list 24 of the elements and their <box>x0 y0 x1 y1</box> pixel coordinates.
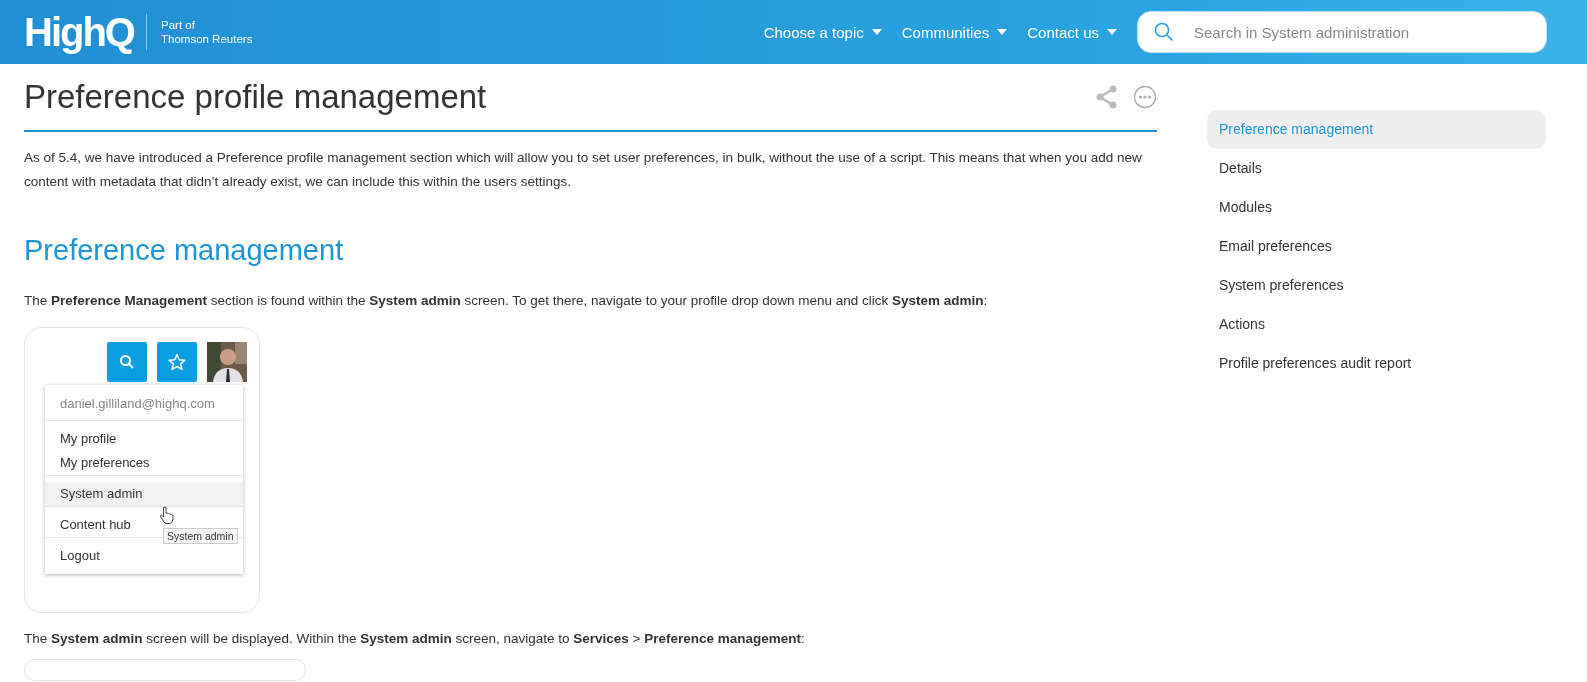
toc-link[interactable]: Details <box>1207 149 1546 188</box>
caret-icon <box>997 29 1008 35</box>
section-heading: Preference management <box>24 234 345 267</box>
toc-link[interactable]: System preferences <box>1207 266 1546 305</box>
search-icon <box>1154 22 1174 42</box>
toc-link[interactable]: Modules <box>1207 188 1546 227</box>
toc-link[interactable]: Email preferences <box>1207 227 1546 266</box>
page-title: Preference profile management <box>24 78 488 116</box>
search-field[interactable]: Search in System administration <box>1137 11 1547 53</box>
share-icon[interactable] <box>1095 85 1119 109</box>
hand-cursor-icon <box>160 506 174 524</box>
more-icon[interactable] <box>1133 85 1157 109</box>
paragraph: The Preference Management section is found within the System admin screen. To get there, navigate to your profile drop down menu and click System admin: <box>24 292 989 310</box>
caret-icon <box>1107 29 1117 35</box>
caret-icon <box>871 29 882 35</box>
intro-paragraph: As of 5.4, we have introduced a Preference profile management section which will allow you to set user preferences, in bulk, without the use of a script. This means that when you add new content with metadata that didn’t already exist, we can include this within the users settings. <box>24 149 1143 191</box>
toc-link[interactable]: Profile preferences audit report <box>1207 344 1546 383</box>
paragraph: The System admin screen will be displayed. Within the System admin screen, navigate to Services > Preference management: <box>24 630 806 648</box>
toc-link[interactable]: Actions <box>1207 305 1546 344</box>
search-icon <box>119 354 135 370</box>
star-icon <box>168 353 186 371</box>
tooltip: System admin <box>163 528 238 544</box>
user-email: daniel.gilliland@highq.com <box>59 395 216 413</box>
tagline: Part of Thomson Reuters <box>161 18 253 46</box>
